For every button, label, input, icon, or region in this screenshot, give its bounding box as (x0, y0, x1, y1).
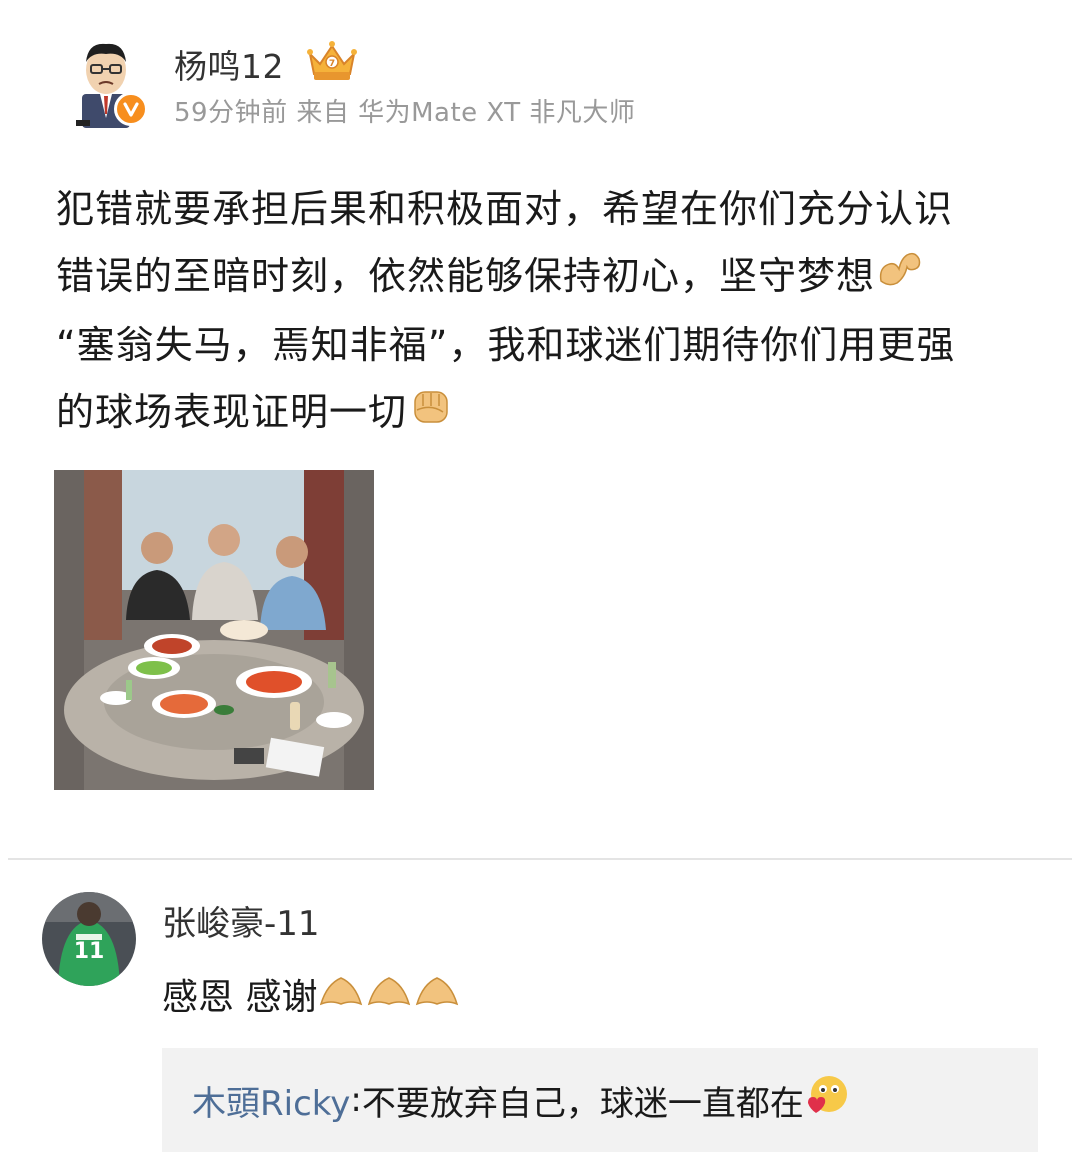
comment-text: 感恩 感谢 (162, 977, 318, 1018)
commenter-avatar[interactable]: 11 (42, 892, 136, 986)
pinched-fingers-icon (413, 970, 461, 1019)
post-line-4: 的球场表现证明一切 (56, 379, 1036, 449)
reply-preview[interactable]: 木頭Ricky: 不要放弃自己，球迷一直都在 (162, 1048, 1038, 1152)
post-line-3: “塞翁失马，焉知非福”，我和球迷们期待你们用更强 (56, 323, 956, 367)
raised-fist-icon (407, 380, 455, 449)
post-line-4-text: 的球场表现证明一切 (56, 390, 408, 434)
crown-icon[interactable]: 7 (302, 38, 362, 84)
post-body: 犯错就要承担后果和积极面对，希望在你们充分认识 错误的至暗时刻，依然能够保持初心… (56, 176, 1036, 449)
divider (8, 858, 1072, 860)
reply-separator: : (350, 1080, 362, 1120)
post-meta: 59分钟前 来自 华为Mate XT 非凡大师 (174, 98, 636, 128)
svg-text:7: 7 (329, 59, 335, 69)
reply-username[interactable]: 木頭Ricky (192, 1076, 350, 1125)
commenter-name[interactable]: 张峻豪-11 (162, 896, 320, 945)
post-line-1: 犯错就要承担后果和积极面对，希望在你们充分认识 (56, 187, 954, 231)
post-photo[interactable] (54, 470, 374, 790)
pinched-fingers-icon (365, 970, 413, 1019)
svg-text:11: 11 (74, 939, 105, 964)
post-line-2: 错误的至暗时刻，依然能够保持初心，坚守梦想 (56, 243, 1036, 312)
reply-text: 不要放弃自己，球迷一直都在 (361, 1083, 804, 1124)
post-line-2-text: 错误的至暗时刻，依然能够保持初心，坚守梦想 (56, 254, 876, 298)
author-name[interactable]: 杨鸣12 (174, 40, 284, 88)
comment-body: 感恩 感谢 (162, 968, 461, 1020)
verified-v-icon (114, 92, 148, 126)
flexed-biceps-icon (875, 245, 923, 312)
love-face-icon (804, 1073, 850, 1128)
pinched-fingers-icon (317, 970, 365, 1019)
